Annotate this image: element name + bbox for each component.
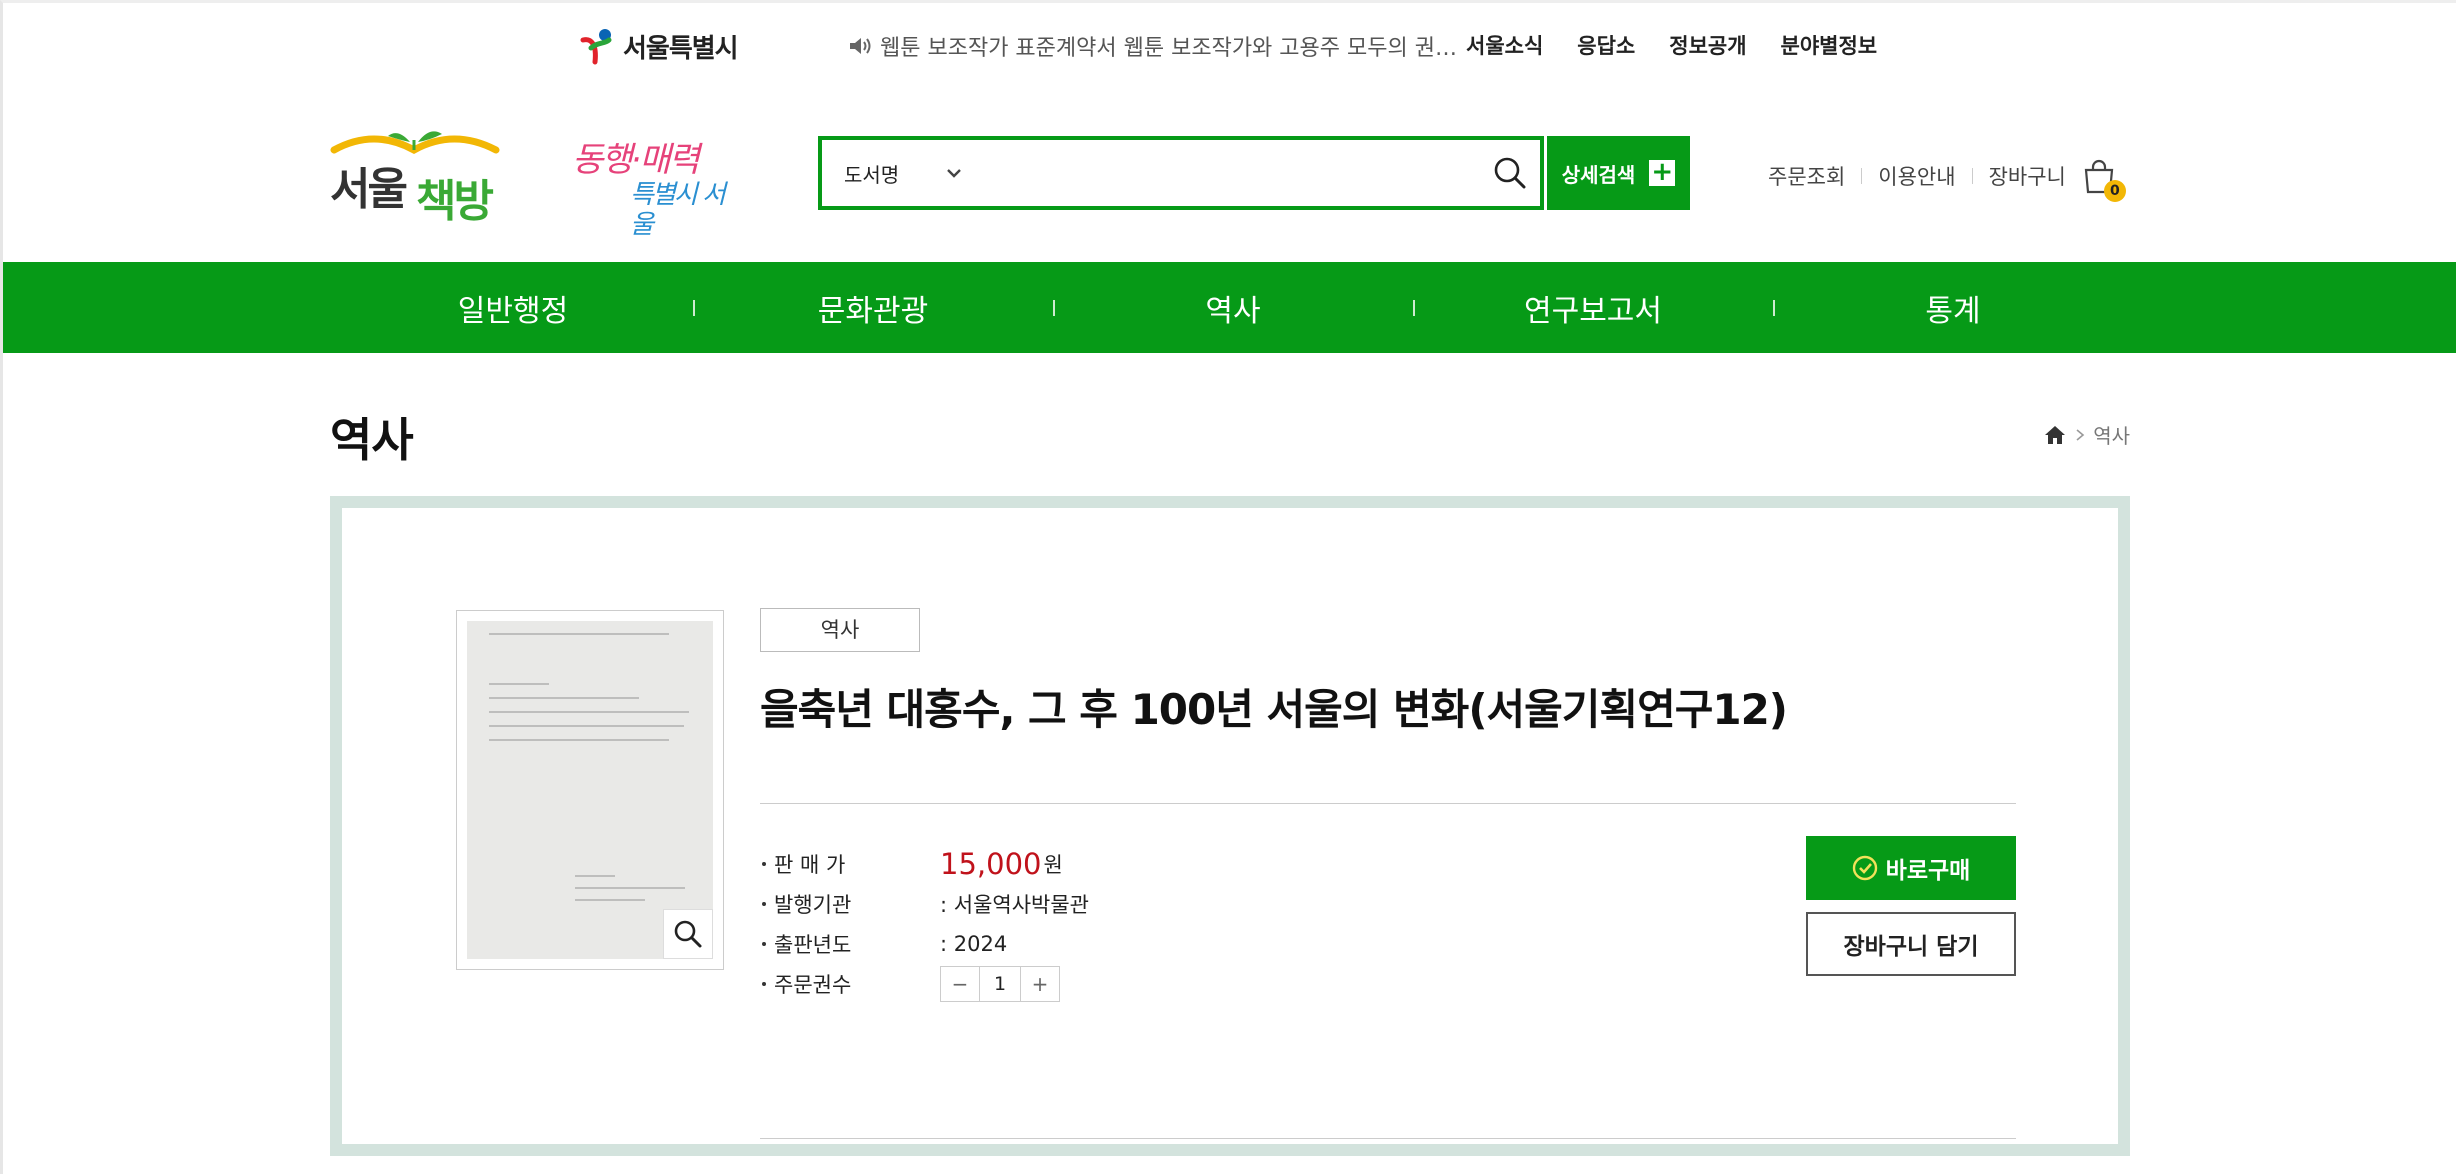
home-icon[interactable] bbox=[2043, 424, 2067, 446]
book-cover-thumbnail[interactable] bbox=[456, 610, 724, 970]
page-title: 역사 bbox=[330, 413, 414, 467]
product-spec-list: 판 매 가 15,000 원 발행기관 : 서울역사박물관 출판년도 : 202… bbox=[760, 844, 1089, 1004]
cart-button[interactable]: 0 bbox=[2082, 158, 2126, 202]
quantity-minus-button[interactable]: − bbox=[941, 967, 979, 1001]
divider bbox=[1861, 168, 1863, 184]
breadcrumb: 역사 bbox=[2043, 420, 2130, 449]
brand-text-1: 서울 bbox=[330, 164, 406, 215]
buy-now-button[interactable]: 바로구매 bbox=[1806, 836, 2016, 900]
util-link-field-info[interactable]: 분야별정보 bbox=[1781, 30, 1878, 60]
cart-count-badge: 0 bbox=[2103, 180, 2126, 202]
util-link-news[interactable]: 서울소식 bbox=[1466, 30, 1543, 60]
campaign-logo: 동행·매력 특별시 서울 bbox=[572, 140, 742, 240]
campaign-line-2: 특별시 서울 bbox=[630, 180, 726, 240]
product-title: 을축년 대홍수, 그 후 100년 서울의 변화(서울기획연구12) bbox=[760, 685, 1788, 734]
buy-now-label: 바로구매 bbox=[1885, 858, 1971, 884]
campaign-line-1: 동행·매력 bbox=[572, 140, 700, 180]
utility-links: 서울소식 응답소 정보공개 분야별정보 bbox=[1466, 30, 1877, 60]
search-bar: 도서명 bbox=[818, 136, 1544, 210]
nav-history[interactable]: 역사 bbox=[1053, 286, 1413, 330]
publisher-label: 발행기관 bbox=[760, 889, 940, 919]
product-detail-box: 역사 을축년 대홍수, 그 후 100년 서울의 변화(서울기획연구12) 판 … bbox=[330, 496, 2130, 1156]
member-links: 주문조회 이용안내 장바구니 0 bbox=[1768, 158, 2126, 202]
notice-text: 웹툰 보조작가 표준계약서 웹툰 보조작가와 고용주 모두의 권… bbox=[880, 36, 1457, 61]
detail-search-button[interactable]: 상세검색 + bbox=[1547, 136, 1690, 210]
breadcrumb-current[interactable]: 역사 bbox=[2093, 420, 2130, 449]
search-input[interactable] bbox=[972, 140, 1480, 206]
quantity-row: 주문권수 − 1 + bbox=[760, 964, 1089, 1004]
plus-icon: + bbox=[1649, 159, 1676, 186]
speaker-icon bbox=[850, 38, 871, 54]
chevron-down-icon bbox=[947, 169, 961, 178]
price-label: 판 매 가 bbox=[760, 849, 940, 879]
check-circle-icon bbox=[1852, 855, 1877, 881]
divider bbox=[760, 1138, 2016, 1139]
zoom-button[interactable] bbox=[663, 909, 713, 959]
divider bbox=[1971, 168, 1973, 184]
product-info: 역사 을축년 대홍수, 그 후 100년 서울의 변화(서울기획연구12) 판 … bbox=[760, 608, 2016, 1139]
usage-guide-link[interactable]: 이용안내 bbox=[1878, 161, 1955, 191]
util-link-info-disclosure[interactable]: 정보공개 bbox=[1669, 30, 1746, 60]
utility-bar: 서울특별시 웹툰 보조작가 표준계약서 웹툰 보조작가와 고용주 모두의 권… … bbox=[0, 0, 2456, 92]
seoul-city-logo[interactable]: 서울특별시 bbox=[577, 24, 739, 68]
search-icon bbox=[1494, 157, 1526, 189]
nav-research-reports[interactable]: 연구보고서 bbox=[1413, 286, 1773, 330]
chevron-right-icon bbox=[2076, 428, 2085, 441]
add-to-cart-button[interactable]: 장바구니 담기 bbox=[1806, 912, 2016, 976]
seoul-symbol-icon bbox=[580, 29, 612, 65]
price-row: 판 매 가 15,000 원 bbox=[760, 844, 1089, 884]
search-button[interactable] bbox=[1480, 140, 1540, 206]
publisher-row: 발행기관 : 서울역사박물관 bbox=[760, 884, 1089, 924]
year-value: : 2024 bbox=[940, 932, 1008, 956]
nav-culture-tourism[interactable]: 문화관광 bbox=[693, 286, 1053, 330]
nav-general-admin[interactable]: 일반행정 bbox=[333, 286, 693, 330]
year-row: 출판년도 : 2024 bbox=[760, 924, 1089, 964]
search-type-value: 도서명 bbox=[844, 162, 900, 187]
seoul-logo-text: 서울특별시 bbox=[623, 33, 739, 64]
quantity-stepper: − 1 + bbox=[940, 966, 1060, 1002]
quantity-input[interactable]: 1 bbox=[979, 967, 1021, 1001]
zoom-icon bbox=[674, 920, 702, 948]
cart-link[interactable]: 장바구니 bbox=[1989, 161, 2066, 191]
util-link-eungdapso[interactable]: 응답소 bbox=[1577, 30, 1635, 60]
main-nav: 일반행정 문화관광 역사 연구보고서 통계 bbox=[3, 262, 2456, 353]
seoul-bookshop-logo[interactable]: 서울 책방 bbox=[328, 124, 504, 224]
nav-statistics[interactable]: 통계 bbox=[1773, 286, 2133, 330]
add-to-cart-label: 장바구니 담기 bbox=[1843, 934, 1979, 960]
year-label: 출판년도 bbox=[760, 929, 940, 959]
quantity-label: 주문권수 bbox=[760, 969, 940, 999]
notice-ticker[interactable]: 웹툰 보조작가 표준계약서 웹툰 보조작가와 고용주 모두의 권… bbox=[848, 30, 1457, 62]
price-value: 15,000 bbox=[940, 847, 1042, 881]
search-type-select[interactable]: 도서명 bbox=[822, 159, 972, 188]
detail-search-label: 상세검색 bbox=[1561, 162, 1636, 187]
publisher-value: : 서울역사박물관 bbox=[940, 893, 1089, 917]
category-tag: 역사 bbox=[760, 608, 920, 652]
order-lookup-link[interactable]: 주문조회 bbox=[1768, 161, 1845, 191]
price-unit: 원 bbox=[1043, 853, 1063, 877]
brand-text-2: 책방 bbox=[416, 176, 493, 224]
divider bbox=[760, 803, 2016, 804]
quantity-plus-button[interactable]: + bbox=[1021, 967, 1059, 1001]
